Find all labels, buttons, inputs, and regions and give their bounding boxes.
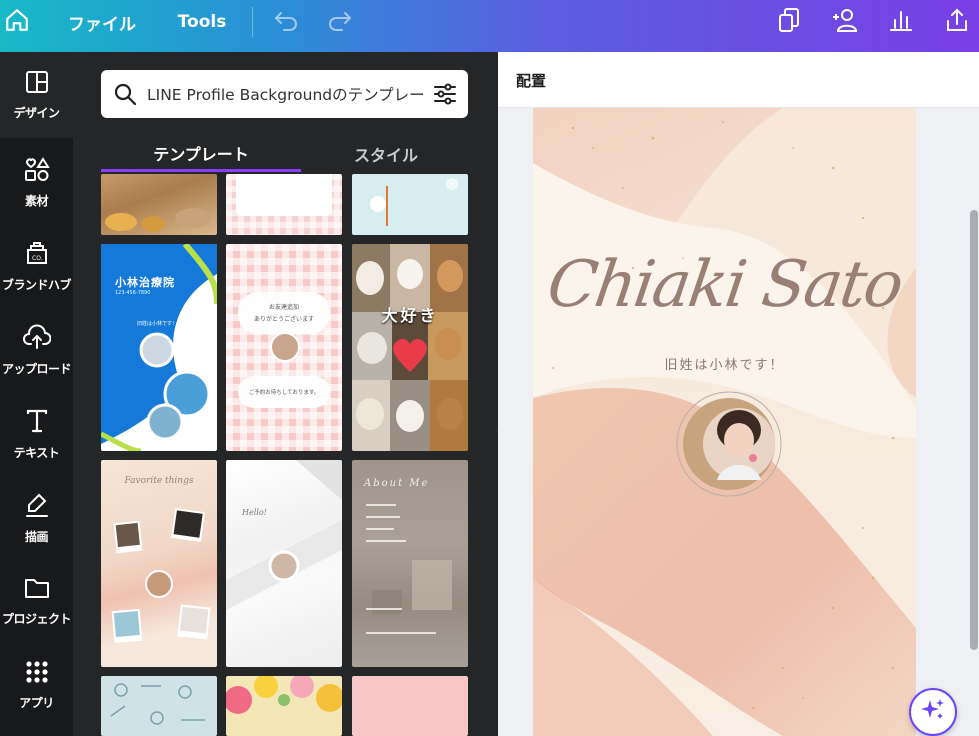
template-card[interactable] xyxy=(101,676,217,736)
folder-icon xyxy=(24,576,50,604)
rail-label-elements: 素材 xyxy=(24,194,49,208)
rail-label-text: テキスト xyxy=(13,446,60,460)
template-card[interactable]: Favorite things xyxy=(101,460,217,667)
redo-button[interactable] xyxy=(322,0,358,44)
rail-label-apps: アプリ xyxy=(19,696,54,710)
apps-grid-icon xyxy=(25,660,49,688)
layout-icon xyxy=(25,70,49,98)
rail-label-upload: アップロード xyxy=(1,362,72,376)
tools-menu-label: Tools xyxy=(177,12,227,32)
draw-icon xyxy=(24,492,50,522)
rail-item-elements[interactable]: 素材 xyxy=(0,138,73,222)
filter-icon[interactable] xyxy=(433,82,457,110)
brand-icon: CO. xyxy=(24,240,50,270)
vertical-scrollbar[interactable] xyxy=(970,210,978,650)
search-input[interactable] xyxy=(147,70,427,118)
undo-button[interactable] xyxy=(268,0,304,44)
canvas-name-text[interactable]: Chiaki Sato xyxy=(533,248,916,322)
design-canvas[interactable]: Chiaki Sato 旧姓は小林です！ xyxy=(533,108,916,736)
editor-toolbar: 配置 xyxy=(498,52,979,108)
hello-text: Hello! xyxy=(242,508,267,517)
rail-label-brand-hub: ブランドハブ xyxy=(1,278,72,292)
redo-icon xyxy=(327,9,353,35)
template-card[interactable] xyxy=(226,174,342,235)
template-card[interactable]: Hello! xyxy=(226,460,342,667)
svg-text:CO.: CO. xyxy=(32,255,43,262)
text-icon xyxy=(25,408,49,438)
search-box[interactable] xyxy=(101,70,468,118)
clinic-text: 旧姓は小林です！ xyxy=(137,321,178,327)
template-text: ご予約お待ちしております。 xyxy=(248,390,320,396)
magic-assistant-button[interactable] xyxy=(909,688,957,736)
tab-templates[interactable]: テンプレート xyxy=(101,136,301,172)
rail-label-design: デザイン xyxy=(13,106,60,120)
search-icon xyxy=(113,82,137,110)
copy-icon xyxy=(777,7,801,37)
rail-item-apps[interactable]: アプリ xyxy=(0,642,73,726)
template-card[interactable] xyxy=(101,174,217,235)
template-text: ありがとうございます xyxy=(253,316,314,323)
dogs-text: 大好き xyxy=(381,306,439,325)
editor-area: 配置 Chiaki Sato 旧姓は小林です！ xyxy=(498,52,979,736)
tab-styles[interactable]: スタイル xyxy=(301,136,471,172)
rail-item-text[interactable]: テキスト xyxy=(0,390,73,474)
rail-item-upload[interactable]: アップロード xyxy=(0,306,73,390)
share-people-button[interactable] xyxy=(826,0,864,44)
tools-menu-button[interactable]: Tools xyxy=(170,0,234,44)
template-card[interactable] xyxy=(352,174,468,235)
template-card[interactable] xyxy=(352,676,468,736)
top-bar: ファイル Tools xyxy=(0,0,979,52)
canvas-subtitle-text[interactable]: 旧姓は小林です！ xyxy=(533,354,916,373)
share-button[interactable] xyxy=(940,0,974,44)
clinic-phone: 123-456-7890 xyxy=(115,290,151,296)
add-people-icon xyxy=(829,7,861,37)
template-text: お友達追加 xyxy=(268,304,299,311)
cloud-upload-icon xyxy=(22,324,51,354)
upload-share-icon xyxy=(945,7,969,37)
rail-item-brand-hub[interactable]: CO. ブランドハブ xyxy=(0,222,73,306)
clinic-title: 小林治療院 xyxy=(115,276,175,289)
bar-chart-icon xyxy=(889,8,913,36)
template-card[interactable]: お友達追加 ありがとうございます ご予約お待ちしております。 xyxy=(226,244,342,451)
template-card[interactable]: 小林治療院 123-456-7890 旧姓は小林です！ xyxy=(101,244,217,451)
template-card[interactable] xyxy=(226,676,342,736)
copy-button[interactable] xyxy=(772,0,806,44)
rail-item-draw[interactable]: 描画 xyxy=(0,474,73,558)
panel-tabs: テンプレート スタイル xyxy=(101,136,471,174)
templates-panel: テンプレート スタイル xyxy=(73,52,498,736)
home-button[interactable] xyxy=(0,0,34,44)
rail-label-projects: プロジェクト xyxy=(1,612,72,626)
favorite-text: Favorite things xyxy=(124,476,194,486)
left-rail: デザイン 素材 CO. ブランドハブ アップロード テキスト 描画 プロジェクト… xyxy=(0,52,73,736)
toolbar-divider xyxy=(252,7,253,37)
arrange-button[interactable]: 配置 xyxy=(516,70,546,91)
canvas-background xyxy=(533,108,916,736)
rail-label-draw: 描画 xyxy=(24,530,49,544)
sparkle-icon xyxy=(920,697,946,727)
file-menu-button[interactable]: ファイル xyxy=(58,0,146,44)
rail-item-design[interactable]: デザイン xyxy=(0,52,73,138)
template-card[interactable]: 大好き xyxy=(352,244,468,451)
shapes-icon xyxy=(24,156,50,186)
insights-button[interactable] xyxy=(884,0,918,44)
file-menu-label: ファイル xyxy=(68,14,136,35)
rail-item-projects[interactable]: プロジェクト xyxy=(0,558,73,642)
template-card[interactable]: About Me xyxy=(352,460,468,667)
undo-icon xyxy=(273,9,299,35)
template-grid: 小林治療院 123-456-7890 旧姓は小林です！ お友達追加 ありがとうご… xyxy=(101,174,471,736)
about-text: About Me xyxy=(364,478,430,489)
home-icon xyxy=(4,7,30,37)
